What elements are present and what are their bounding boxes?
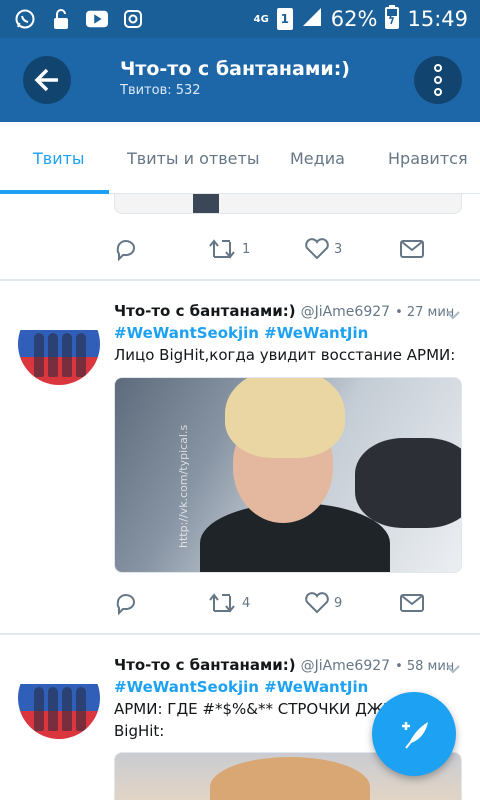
retweet-icon (209, 239, 235, 259)
title-block: Что-то с бантанами:) Твитов: 532 (120, 58, 350, 98)
menu-dot-icon (434, 64, 442, 72)
signal-icon (301, 6, 323, 33)
author-name[interactable]: Что-то с бантанами:) (114, 302, 296, 320)
divider (0, 279, 480, 281)
back-button[interactable] (23, 56, 71, 104)
tweet-hashtags[interactable]: #WeWantSeokjin #WeWantJin (114, 324, 368, 342)
reply-icon (116, 240, 135, 261)
avatar[interactable] (18, 657, 100, 739)
overflow-menu-button[interactable] (414, 56, 462, 104)
tweet-hashtags[interactable]: #WeWantSeokjin #WeWantJin (114, 678, 368, 696)
sim-indicator: 1 (276, 8, 293, 30)
compose-tweet-button[interactable] (372, 692, 456, 776)
profile-tabs: Твиты Твиты и ответы Медиа Нравится (0, 122, 480, 194)
chevron-down-icon[interactable] (444, 306, 462, 324)
heart-icon (305, 238, 329, 260)
tweet-text: Лицо BigHit,когда увидит восстание АРМИ: (114, 346, 456, 364)
battery-percent: 62% (330, 7, 378, 31)
tab-media[interactable]: Медиа (290, 122, 345, 194)
tab-tweets-and-replies[interactable]: Твиты и ответы (127, 122, 259, 194)
back-arrow-icon (34, 68, 58, 92)
like-button[interactable]: 9 (304, 588, 342, 618)
like-count: 3 (334, 241, 343, 257)
lock-notification-icon (50, 8, 72, 30)
retweet-icon (209, 593, 235, 613)
tweet-header: Что-то с бантанами:) @JiAme6927 • 58 мин (114, 656, 454, 674)
mail-icon (400, 240, 424, 258)
share-button[interactable] (400, 234, 424, 264)
retweet-button[interactable]: 1 (208, 234, 250, 264)
author-handle[interactable]: @JiAme6927 (301, 304, 390, 320)
author-handle[interactable]: @JiAme6927 (301, 658, 390, 674)
battery-icon (385, 4, 400, 34)
retweet-count: 1 (242, 241, 251, 257)
youtube-icon (86, 8, 108, 30)
menu-dot-icon (434, 88, 442, 96)
tweet-actions: 1 3 (114, 234, 434, 264)
menu-dot-icon (434, 76, 442, 84)
share-button[interactable] (400, 588, 424, 618)
network-type: 4G (253, 13, 269, 25)
author-name[interactable]: Что-то с бантанами:) (114, 656, 296, 674)
tab-tweets[interactable]: Твиты (33, 122, 85, 194)
tab-likes[interactable]: Нравится (388, 122, 468, 194)
reply-button[interactable] (114, 588, 138, 618)
compose-feather-icon (402, 722, 428, 749)
media-watermark: http://vk.com/typical.s (177, 424, 190, 548)
divider (0, 633, 480, 635)
whatsapp-icon (14, 8, 36, 30)
screen: 4G 1 62% 15:49 Что-то с бантанами:) Твит… (0, 0, 480, 800)
camera-notification-icon (122, 8, 144, 30)
clock: 15:49 (407, 7, 468, 31)
retweet-count: 4 (242, 595, 251, 611)
page-title: Что-то с бантанами:) (120, 58, 350, 80)
tweet-media[interactable] (114, 194, 462, 214)
reply-icon (116, 594, 135, 615)
heart-icon (305, 592, 329, 614)
mail-icon (400, 594, 424, 612)
tweet-media[interactable]: http://vk.com/typical.s (114, 377, 462, 573)
avatar[interactable] (18, 303, 100, 385)
like-count: 9 (334, 595, 343, 611)
status-bar: 4G 1 62% 15:49 (0, 0, 480, 38)
tweet-text: АРМИ: ГДЕ #*$%&** СТРОЧКИ ДЖИ BigHit: (114, 700, 395, 740)
retweet-button[interactable]: 4 (208, 588, 250, 618)
tweet-count: Твитов: 532 (120, 83, 201, 98)
app-bar: Что-то с бантанами:) Твитов: 532 (0, 38, 480, 122)
tweet-actions: 4 9 (114, 588, 434, 618)
like-button[interactable]: 3 (304, 234, 342, 264)
tweet-header: Что-то с бантанами:) @JiAme6927 • 27 мин (114, 302, 454, 320)
reply-button[interactable] (114, 234, 138, 264)
chevron-down-icon[interactable] (444, 660, 462, 678)
